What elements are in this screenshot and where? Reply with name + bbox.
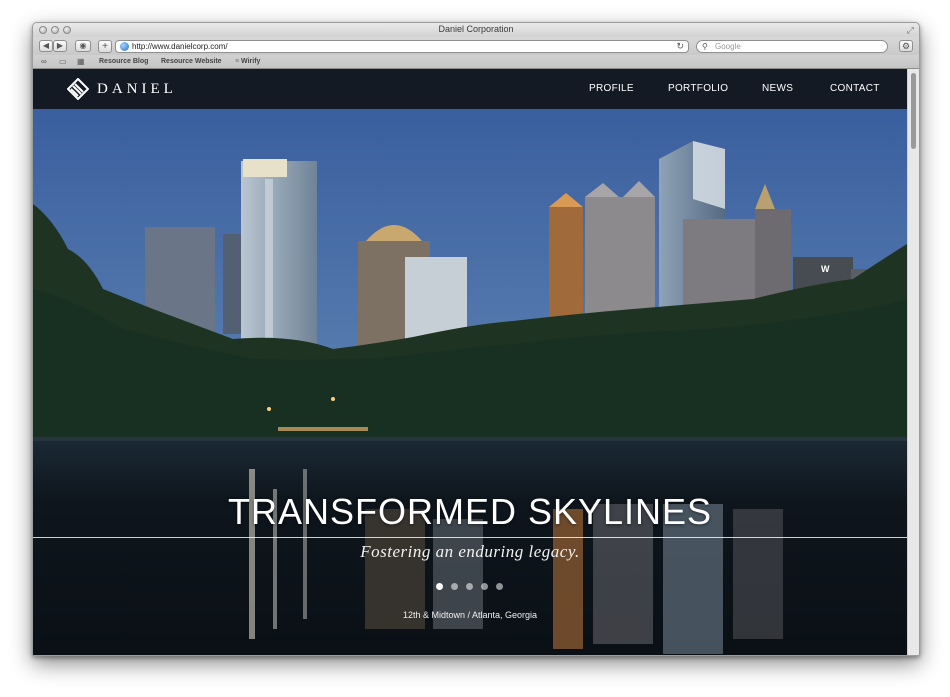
- plus-icon: +: [102, 41, 108, 52]
- vertical-scrollbar[interactable]: [907, 69, 919, 655]
- hero-title: TRANSFORMED SKYLINES: [227, 491, 713, 532]
- browser-toolbar: ◀ ▶ ◉ + http://www.danielcorp.com/ ↻ ⚲ G…: [33, 37, 919, 55]
- site-header: DANIEL PROFILE PORTFOLIO NEWS CONTACT: [33, 69, 907, 109]
- bookmarks-icon[interactable]: ▭: [59, 56, 67, 67]
- address-bar[interactable]: + http://www.danielcorp.com/ ↻: [98, 40, 689, 53]
- nav-news[interactable]: NEWS: [762, 82, 793, 96]
- share-button[interactable]: ◉: [75, 40, 91, 52]
- slide-dot-4[interactable]: [481, 583, 488, 590]
- search-icon: ⚲: [702, 42, 708, 51]
- page-viewport: DANIEL PROFILE PORTFOLIO NEWS CONTACT W …: [33, 69, 907, 655]
- forward-icon: ▶: [56, 41, 64, 50]
- hero-slideshow: W TRANSFORMED SKYLINES Fostering an endu…: [33, 109, 907, 655]
- settings-button[interactable]: ⚙: [899, 40, 913, 52]
- search-placeholder: Google: [715, 42, 741, 51]
- bookmark-wirify[interactable]: ≡ Wirify: [235, 56, 260, 67]
- nav-profile[interactable]: PROFILE: [589, 82, 634, 96]
- bookmark-wirify-label: Wirify: [241, 58, 261, 65]
- hero-subtitle: Fostering an enduring legacy.: [360, 542, 580, 561]
- logo-icon[interactable]: [67, 78, 89, 100]
- title-bar: Daniel Corporation ⤢: [33, 23, 919, 37]
- slide-dot-1[interactable]: [436, 583, 443, 590]
- slide-caption: 12th & Midtown / Atlanta, Georgia: [402, 610, 538, 620]
- forward-button[interactable]: ▶: [53, 40, 67, 52]
- bookmark-resource-blog[interactable]: Resource Blog: [99, 56, 148, 67]
- url-text[interactable]: http://www.danielcorp.com/: [132, 41, 228, 52]
- scrollbar-thumb[interactable]: [911, 73, 916, 149]
- browser-window: Daniel Corporation ⤢ ◀ ▶ ◉ + http://www.…: [32, 22, 920, 656]
- back-button[interactable]: ◀: [39, 40, 53, 52]
- top-sites-icon[interactable]: ▦: [77, 56, 85, 67]
- globe-icon: [120, 42, 129, 51]
- nav-portfolio[interactable]: PORTFOLIO: [668, 82, 728, 96]
- resize-icon[interactable]: ⤢: [907, 25, 914, 35]
- share-icon: ◉: [79, 41, 87, 50]
- nav-contact[interactable]: CONTACT: [830, 82, 880, 96]
- reading-list-icon[interactable]: ∞: [41, 56, 47, 67]
- reload-icon[interactable]: ↻: [676, 41, 684, 52]
- add-bookmark-button[interactable]: +: [98, 40, 112, 53]
- hero-divider: [33, 537, 907, 538]
- bookmark-resource-website[interactable]: Resource Website: [161, 56, 222, 67]
- slide-dot-3[interactable]: [466, 583, 473, 590]
- slide-dot-5[interactable]: [496, 583, 503, 590]
- svg-text:W: W: [821, 264, 830, 274]
- logo-text[interactable]: DANIEL: [97, 80, 177, 98]
- bookmarks-bar: ∞ ▭ ▦ Resource Blog Resource Website ≡ W…: [33, 55, 919, 69]
- back-icon: ◀: [42, 41, 50, 50]
- slide-dot-2[interactable]: [451, 583, 458, 590]
- hero-skyline-image: W: [33, 109, 907, 655]
- search-field[interactable]: ⚲ Google: [696, 40, 888, 53]
- window-title: Daniel Corporation: [438, 24, 514, 34]
- slideshow-dots: [436, 583, 506, 591]
- gear-icon: ⚙: [901, 41, 911, 51]
